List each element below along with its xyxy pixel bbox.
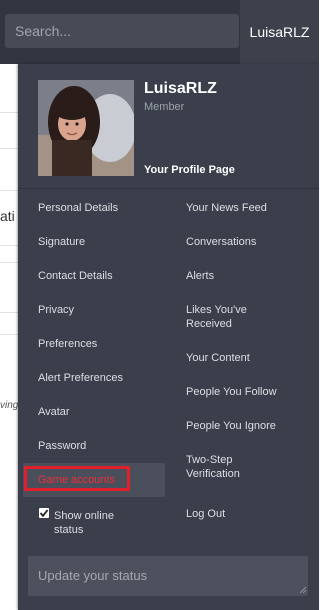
background-divider <box>0 262 18 263</box>
background-divider <box>0 312 18 313</box>
menu-item-alerts[interactable]: Alerts <box>186 269 306 283</box>
show-online-status-checkbox[interactable] <box>39 508 49 518</box>
background-text: ving <box>0 400 19 411</box>
menu-divider <box>18 188 319 189</box>
menu-item-log-out[interactable]: Log Out <box>186 507 306 521</box>
menu-item-personal-details[interactable]: Personal Details <box>38 201 158 215</box>
menu-item-password[interactable]: Password <box>38 439 158 453</box>
menu-item-news-feed[interactable]: Your News Feed <box>186 201 306 215</box>
checkmark-icon <box>39 509 49 518</box>
menu-item-game-accounts[interactable]: Game accounts <box>38 473 158 487</box>
account-dropdown-menu: LuisaRLZ Member Your Profile Page Person… <box>18 64 319 610</box>
menu-item-people-you-ignore[interactable]: People You Ignore <box>186 419 306 433</box>
search-input[interactable]: Search... <box>5 14 239 48</box>
background-text: ati <box>0 208 15 224</box>
profile-role: Member <box>144 101 185 113</box>
background-divider <box>0 148 18 149</box>
avatar[interactable] <box>38 80 134 176</box>
menu-item-likes-received[interactable]: Likes You've Received <box>186 303 266 331</box>
profile-username[interactable]: LuisaRLZ <box>144 80 217 98</box>
top-nav-bar: Search... LuisaRLZ <box>0 0 319 64</box>
show-online-status-label[interactable]: Show online status <box>54 509 134 537</box>
menu-item-people-you-follow[interactable]: People You Follow <box>186 385 306 399</box>
menu-item-your-content[interactable]: Your Content <box>186 351 306 365</box>
menu-item-contact-details[interactable]: Contact Details <box>38 269 158 283</box>
update-status-input[interactable]: Update your status <box>28 556 308 596</box>
menu-item-alert-preferences[interactable]: Alert Preferences <box>38 371 158 385</box>
menu-item-conversations[interactable]: Conversations <box>186 235 306 249</box>
menu-item-two-step-verification[interactable]: Two-Step Verification <box>186 453 256 481</box>
resize-handle-icon[interactable] <box>299 586 307 594</box>
background-divider <box>0 190 18 191</box>
background-divider <box>0 112 18 113</box>
your-profile-page-link[interactable]: Your Profile Page <box>144 164 235 176</box>
user-menu-tab[interactable]: LuisaRLZ <box>240 0 319 64</box>
background-divider <box>0 334 18 335</box>
menu-item-signature[interactable]: Signature <box>38 235 158 249</box>
background-divider <box>0 245 18 246</box>
menu-item-preferences[interactable]: Preferences <box>38 337 158 351</box>
menu-item-privacy[interactable]: Privacy <box>38 303 158 317</box>
menu-item-avatar[interactable]: Avatar <box>38 405 158 419</box>
